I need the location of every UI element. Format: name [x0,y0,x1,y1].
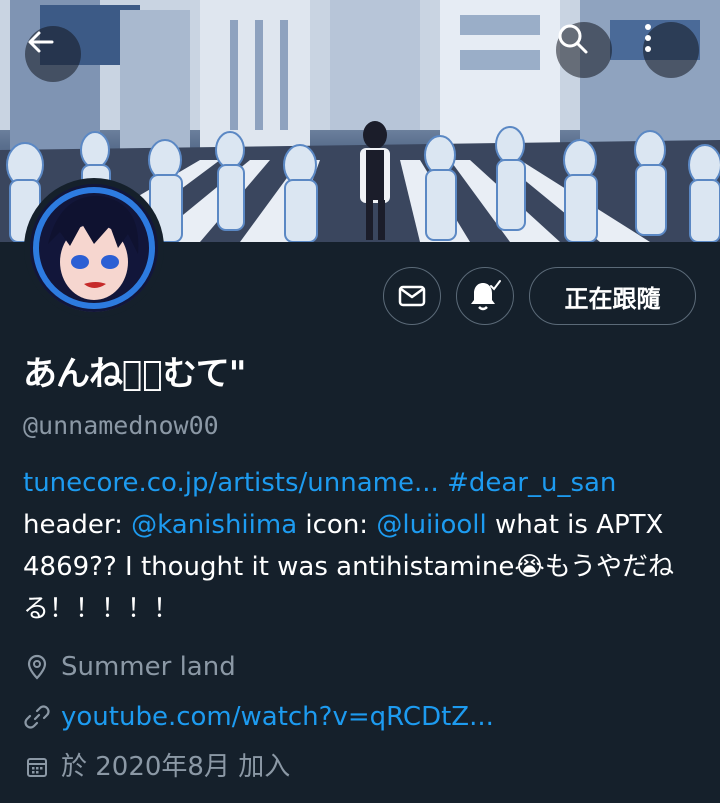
bio-icon-mention[interactable]: @luiiooll [376,510,486,540]
following-button[interactable]: 正在跟隨 [529,267,696,325]
search-button[interactable] [556,22,612,78]
more-options-button[interactable] [643,22,699,78]
avatar[interactable] [24,178,164,318]
arrow-left-icon [28,31,54,53]
notifications-button[interactable] [456,267,514,325]
back-button[interactable] [25,26,81,82]
website-link[interactable]: youtube.com/watch?v=qRCDtZ... [61,700,494,734]
handle: @unnamednow00 [23,411,219,440]
bell-check-icon [471,280,501,311]
link-icon [23,703,51,731]
message-button[interactable] [383,267,441,325]
calendar-icon [23,753,51,781]
joined-row: 於 2020年8月 加入 [23,750,290,784]
more-vertical-icon [645,24,651,52]
location-pin-icon [23,653,51,681]
search-icon [558,24,588,54]
bio: tunecore.co.jp/artists/unname... #dear_u… [23,462,703,630]
bio-header-mention[interactable]: @kanishiima [131,510,297,540]
bio-header-label: header: [23,510,132,540]
envelope-icon [398,285,426,307]
bio-link[interactable]: tunecore.co.jp/artists/unname... [23,468,439,498]
bio-hashtag[interactable]: #dear_u_san [447,468,616,498]
location-row: Summer land [23,650,236,684]
avatar-image [30,184,158,312]
bio-icon-label: icon: [297,510,377,540]
joined-text: 於 2020年8月 加入 [61,752,291,782]
location-text: Summer land [61,652,236,682]
display-name: あんねᡃ⃝むて" [23,354,247,394]
website-row: youtube.com/watch?v=qRCDtZ... [23,700,494,734]
